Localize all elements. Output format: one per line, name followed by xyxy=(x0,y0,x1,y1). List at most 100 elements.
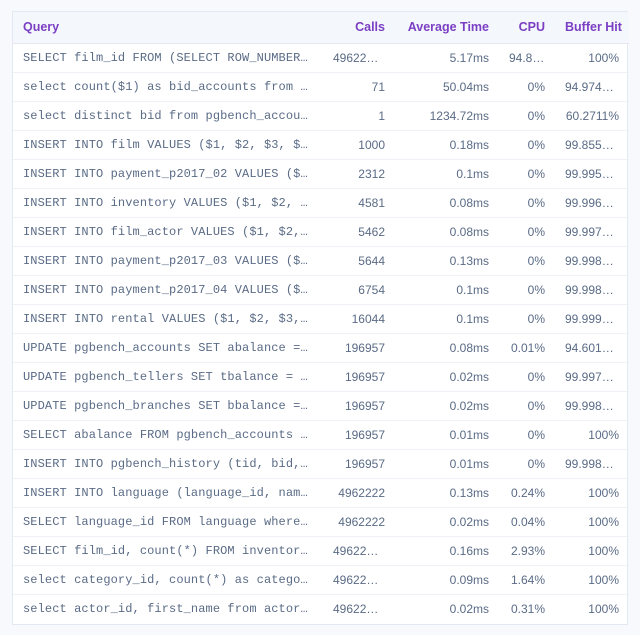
cell-calls: 49622220 xyxy=(323,565,395,595)
table-row[interactable]: select actor_id, first_name from actor w… xyxy=(13,594,629,624)
cell-buffer-hit: 99.9994% xyxy=(555,304,629,334)
table-header: Query Calls Average Time CPU Buffer Hit xyxy=(13,12,629,44)
cell-calls: 49622220 xyxy=(323,536,395,566)
cell-cpu: 0% xyxy=(499,304,555,334)
cell-average-time: 0.01ms xyxy=(395,449,499,479)
cell-average-time: 5.17ms xyxy=(449,51,489,65)
cell-query: INSERT INTO payment_p2017_03 VALUES ($1,… xyxy=(13,246,323,276)
cell-cpu: 0% xyxy=(499,72,555,102)
cell-average-time: 0.13ms xyxy=(395,478,499,508)
cell-buffer-hit: 94.9748% xyxy=(555,72,629,102)
cell-query: INSERT INTO film_actor VALUES ($1, $2, $… xyxy=(13,217,323,247)
cell-calls: 49622220 xyxy=(323,594,395,624)
table-row[interactable]: INSERT INTO film_actor VALUES ($1, $2, $… xyxy=(13,217,629,247)
cell-calls: 16044 xyxy=(323,304,395,334)
cell-query: INSERT INTO payment_p2017_02 VALUES ($1,… xyxy=(13,159,323,189)
cell-average-time: 0.09ms xyxy=(395,565,499,595)
table-row[interactable]: INSERT INTO payment_p2017_03 VALUES ($1,… xyxy=(13,246,629,276)
cell-calls: 1000 xyxy=(323,130,395,160)
column-header-buffer-hit[interactable]: Buffer Hit xyxy=(555,12,629,44)
cell-buffer-hit: 100% xyxy=(588,51,619,65)
table-row[interactable]: INSERT INTO inventory VALUES ($1, $2, $3… xyxy=(13,188,629,218)
table-body: SELECT film_id FROM (SELECT ROW_NUMBER()… xyxy=(13,44,629,624)
cell-cpu: 0% xyxy=(499,449,555,479)
cell-query: INSERT INTO rental VALUES ($1, $2, $3, $… xyxy=(13,304,323,334)
cell-cpu: 0% xyxy=(499,246,555,276)
cell-average-time: 0.01ms xyxy=(395,420,499,450)
table-row[interactable]: SELECT film_id FROM (SELECT ROW_NUMBER()… xyxy=(13,44,629,73)
cell-calls: 71 xyxy=(323,72,395,102)
cell-cpu: 2.93% xyxy=(499,536,555,566)
cell-average-time: 0.13ms xyxy=(395,246,499,276)
cell-cpu: 0% xyxy=(499,188,555,218)
table-row[interactable]: INSERT INTO payment_p2017_02 VALUES ($1,… xyxy=(13,159,629,189)
cell-buffer-hit: 100% xyxy=(555,565,629,595)
table-row[interactable]: UPDATE pgbench_tellers SET tbalance = tb… xyxy=(13,362,629,392)
cell-calls: 5644 xyxy=(323,246,395,276)
cell-cpu: 0% xyxy=(499,159,555,189)
table-row[interactable]: INSERT INTO film VALUES ($1, $2, $3, $4,… xyxy=(13,130,629,160)
cell-calls: 49622220 xyxy=(333,51,387,65)
cell-average-time: 0.02ms xyxy=(395,362,499,392)
cell-average-time: 50.04ms xyxy=(395,72,499,102)
table-header-row: Query Calls Average Time CPU Buffer Hit xyxy=(13,12,629,44)
cell-calls: 1 xyxy=(323,101,395,131)
table-row[interactable]: select count($1) as bid_accounts from pg… xyxy=(13,72,629,102)
column-header-average-time[interactable]: Average Time xyxy=(395,12,499,44)
cell-buffer-hit: 100% xyxy=(555,478,629,508)
table-row[interactable]: INSERT INTO pgbench_history (tid, bid, a… xyxy=(13,449,629,479)
cell-average-time: 1234.72ms xyxy=(395,101,499,131)
cell-query: UPDATE pgbench_tellers SET tbalance = tb… xyxy=(13,362,323,392)
cell-query: INSERT INTO language (language_id, name)… xyxy=(13,478,323,508)
table-row[interactable]: INSERT INTO payment_p2017_04 VALUES ($1,… xyxy=(13,275,629,305)
cell-buffer-hit: 60.2711% xyxy=(555,101,629,131)
cell-calls: 196957 xyxy=(323,420,395,450)
cell-average-time: 0.1ms xyxy=(395,159,499,189)
table-row[interactable]: select distinct bid from pgbench_account… xyxy=(13,101,629,131)
cell-cpu: 94.82% xyxy=(509,51,550,65)
cell-buffer-hit: 99.9978% xyxy=(555,362,629,392)
cell-query: INSERT INTO pgbench_history (tid, bid, a… xyxy=(13,449,323,479)
cell-query: select category_id, count(*) as category… xyxy=(13,565,323,595)
cell-query: SELECT language_id FROM language where l… xyxy=(13,507,323,537)
cell-buffer-hit: 99.9982% xyxy=(555,246,629,276)
column-header-calls[interactable]: Calls xyxy=(323,12,395,44)
column-header-query[interactable]: Query xyxy=(13,12,323,44)
cell-cpu: 0% xyxy=(499,391,555,421)
cell-buffer-hit: 99.9968% xyxy=(555,188,629,218)
query-statistics-table: Query Calls Average Time CPU Buffer Hit … xyxy=(13,12,629,624)
cell-average-time: 0.18ms xyxy=(395,130,499,160)
cell-calls: 2312 xyxy=(323,159,395,189)
cell-cpu: 0% xyxy=(499,101,555,131)
cell-calls: 6754 xyxy=(323,275,395,305)
cell-query: INSERT INTO payment_p2017_04 VALUES ($1,… xyxy=(13,275,323,305)
cell-query: select distinct bid from pgbench_account… xyxy=(13,101,323,131)
cell-average-time: 0.1ms xyxy=(395,304,499,334)
cell-average-time: 0.02ms xyxy=(395,594,499,624)
cell-buffer-hit: 99.8558% xyxy=(555,130,629,160)
cell-query: INSERT INTO inventory VALUES ($1, $2, $3… xyxy=(13,188,323,218)
cell-average-time: 0.02ms xyxy=(395,507,499,537)
table-row[interactable]: SELECT abalance FROM pgbench_accounts WH… xyxy=(13,420,629,450)
table-row[interactable]: UPDATE pgbench_accounts SET abalance = a… xyxy=(13,333,629,363)
table-row[interactable]: INSERT INTO rental VALUES ($1, $2, $3, $… xyxy=(13,304,629,334)
table-row[interactable]: select category_id, count(*) as category… xyxy=(13,565,629,595)
cell-cpu: 0% xyxy=(499,217,555,247)
table-row[interactable]: SELECT film_id, count(*) FROM inventory … xyxy=(13,536,629,566)
table-row[interactable]: SELECT language_id FROM language where l… xyxy=(13,507,629,537)
column-header-cpu[interactable]: CPU xyxy=(499,12,555,44)
cell-calls: 4962222 xyxy=(323,478,395,508)
cell-cpu: 0.01% xyxy=(499,333,555,363)
table-row[interactable]: UPDATE pgbench_branches SET bbalance = b… xyxy=(13,391,629,421)
cell-cpu: 0% xyxy=(499,275,555,305)
cell-buffer-hit: 100% xyxy=(555,507,629,537)
cell-average-time: 0.02ms xyxy=(395,391,499,421)
cell-cpu: 0% xyxy=(499,362,555,392)
cell-buffer-hit: 100% xyxy=(555,420,629,450)
cell-buffer-hit: 99.9957% xyxy=(555,159,629,189)
cell-query: SELECT film_id, count(*) FROM inventory … xyxy=(13,536,323,566)
cell-calls: 4962222 xyxy=(323,507,395,537)
cell-cpu: 0% xyxy=(499,130,555,160)
cell-buffer-hit: 94.6013% xyxy=(555,333,629,363)
table-row[interactable]: INSERT INTO language (language_id, name)… xyxy=(13,478,629,508)
